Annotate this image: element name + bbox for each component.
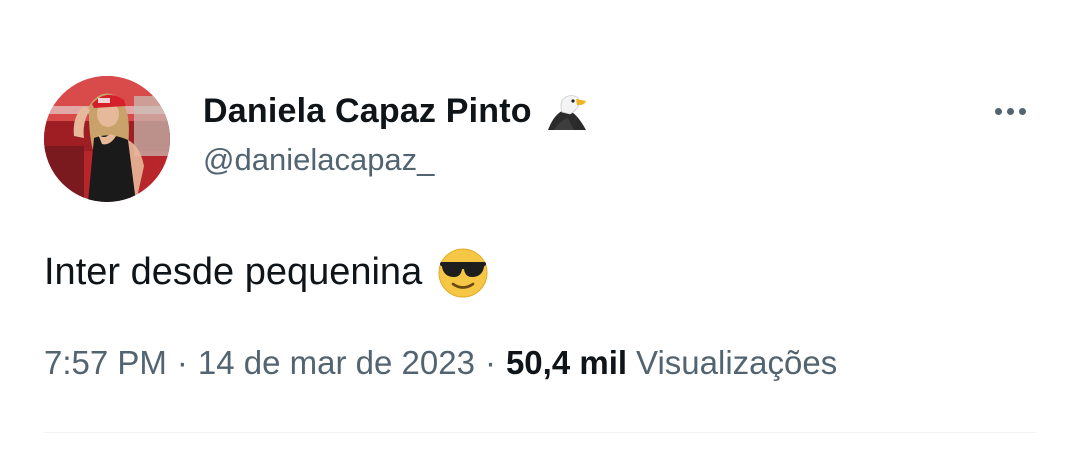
author-display-name[interactable]: Daniela Capaz Pinto — [203, 92, 532, 131]
more-horizontal-icon-dot — [1006, 107, 1014, 115]
more-horizontal-icon-dot — [1018, 107, 1026, 115]
tweet-text-body: Inter desde pequenina — [44, 250, 423, 293]
more-horizontal-icon-dot — [994, 107, 1002, 115]
tweet-text: Inter desde pequenina — [44, 246, 490, 298]
more-options-button[interactable] — [986, 92, 1034, 130]
author-handle[interactable]: @danielacapaz_ — [203, 142, 434, 178]
author-name-row: Daniela Capaz Pinto — [203, 88, 590, 134]
tweet-card: Daniela Capaz Pinto @danielacapaz_ Inter… — [0, 0, 1080, 460]
sunglasses-emoji-icon — [436, 245, 490, 299]
divider — [44, 432, 1036, 433]
eagle-icon — [544, 88, 590, 134]
separator-dot: · — [176, 344, 188, 381]
avatar-photo — [44, 76, 170, 202]
avatar[interactable] — [44, 76, 170, 202]
views-count[interactable]: 50,4 mil — [506, 344, 627, 382]
tweet-date[interactable]: 14 de mar de 2023 — [198, 344, 475, 382]
separator-dot: · — [484, 344, 496, 381]
tweet-time[interactable]: 7:57 PM — [44, 344, 167, 382]
views-label[interactable]: Visualizações — [636, 344, 837, 382]
tweet-metadata: 7:57 PM · 14 de mar de 2023 · 50,4 mil V… — [44, 340, 837, 386]
